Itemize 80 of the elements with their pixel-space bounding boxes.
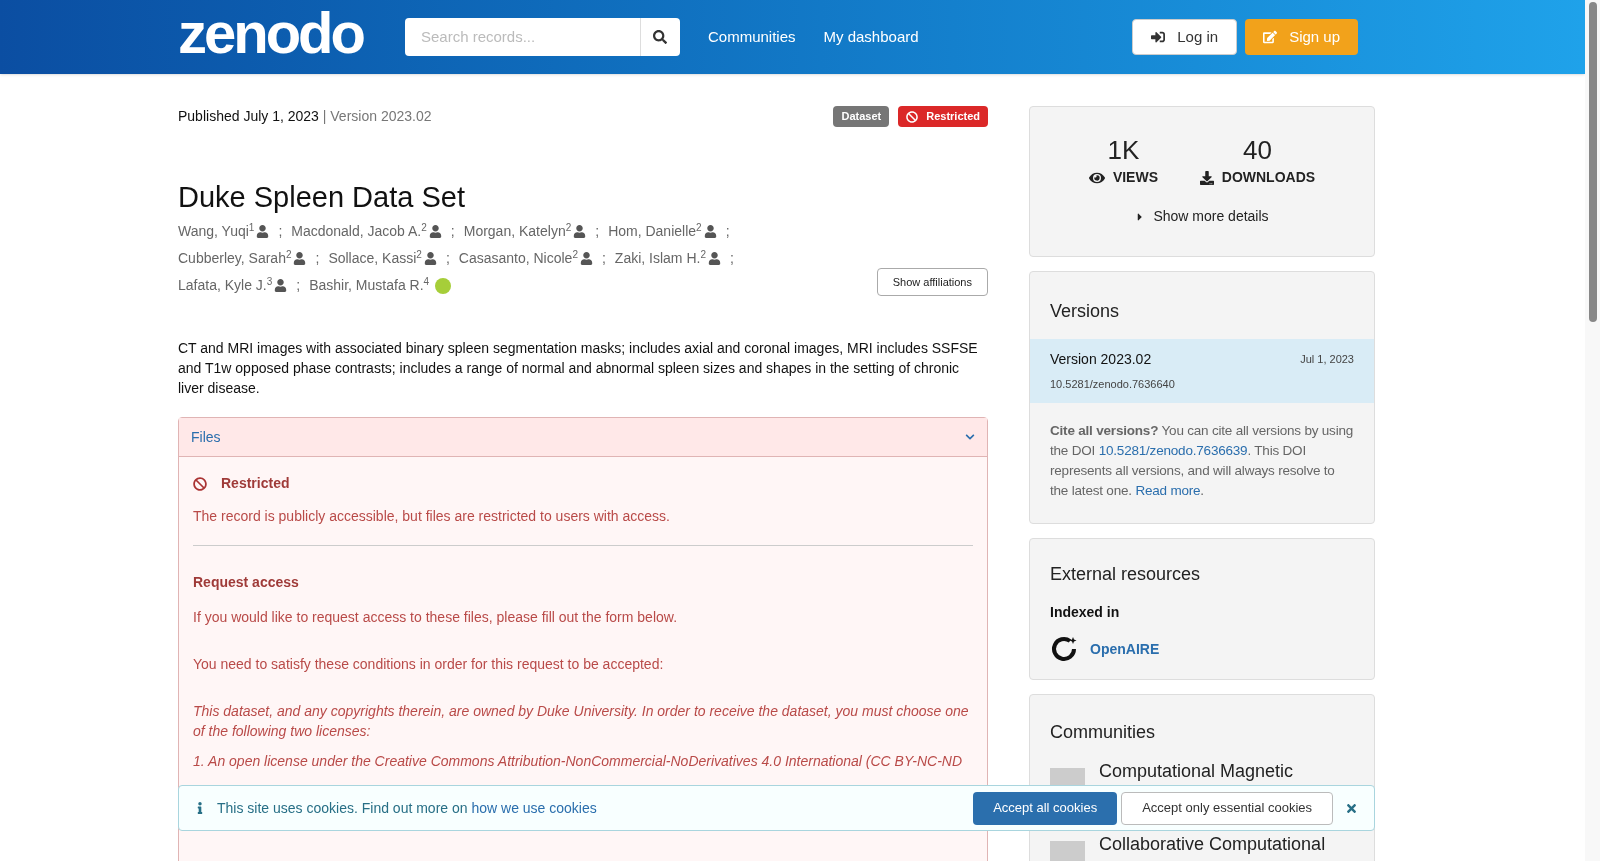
request-title: Request access [193, 573, 300, 593]
ban-icon [193, 476, 207, 491]
record-description: CT and MRI images with associated binary spleen segmentation masks; includes axial and coronal images, MRI includes SSFSE and T1w opposed phase contrasts; includes a range of normal and abnormal spleen sizes and shapes in the setting of chronic liver disease. [178, 339, 979, 399]
version-item[interactable]: Version 2023.02 Jul 1, 2023 10.5281/zenodo.7636640 [1030, 339, 1374, 403]
separator: ; [730, 249, 734, 269]
show-affiliations-button[interactable]: Show affiliations [876, 268, 988, 297]
separator: ; [450, 222, 455, 242]
community-link[interactable]: Collaborative Computational [1099, 833, 1326, 861]
version-doi: 10.5281/zenodo.7636640 [1050, 377, 1176, 392]
restricted-text: The record is publicly accessible, but files are restricted to users with access. [193, 507, 671, 527]
person-icon [274, 279, 288, 293]
nav-link[interactable]: My dashboard [823, 25, 919, 49]
author-link[interactable]: Sollace, Kassi$^{2}$ [328, 248, 422, 270]
info-icon [195, 802, 205, 814]
accept-essential-cookies-button[interactable]: Accept only essential cookies [1121, 791, 1333, 825]
author-link[interactable]: Bashir, Mustafa R.$^{4}$ [309, 275, 430, 297]
cookie-policy-link[interactable]: how we use cookies [471, 799, 597, 816]
separator: ; [601, 249, 606, 269]
separator: ; [595, 222, 600, 242]
views-label: VIEWS [1112, 168, 1158, 187]
condition-text: 1. An open license under the Creative Commons Attribution-NonCommercial-NoDerivatives 4.0 International (CC BY-NC-ND [193, 752, 963, 772]
openaire-link[interactable]: OpenAIRE [1090, 638, 1160, 660]
cookie-text: This site uses cookies. Find out more on how we use cookies [217, 798, 597, 818]
author-link[interactable]: Casasanto, Nicole$^{2}$ [458, 248, 578, 270]
login-button[interactable]: Log in [1132, 19, 1238, 55]
author-link[interactable]: Macdonald, Jacob A.$^{2}$ [291, 221, 427, 243]
versions-title: Versions [1049, 300, 1121, 323]
close-icon [1345, 801, 1358, 815]
separator: ; [278, 222, 283, 242]
scrollbar-thumb[interactable] [1589, 2, 1597, 322]
restricted-title: Restricted [221, 474, 290, 494]
login-icon [1151, 30, 1166, 44]
separator: ; [315, 249, 320, 269]
downloads-count: 40 [1242, 137, 1272, 163]
search-icon [653, 30, 668, 44]
author-link[interactable]: Morgan, Katelyn$^{2}$ [463, 221, 572, 243]
views-count: 1K [1107, 137, 1140, 163]
author-link[interactable]: Zaki, Islam H.$^{2}$ [614, 248, 706, 270]
edit-icon [1263, 30, 1278, 44]
close-button[interactable] [1345, 801, 1358, 815]
separator: ; [725, 222, 730, 242]
ban-icon [906, 110, 919, 123]
person-icon [293, 252, 307, 266]
person-icon [573, 225, 587, 239]
person-icon [703, 225, 717, 239]
external-title: External resources [1050, 563, 1202, 586]
author-link[interactable]: Hom, Danielle$^{2}$ [608, 221, 702, 243]
version-label: Version 2023.02 [1050, 350, 1152, 369]
author-link[interactable]: Cubberley, Sarah$^{2}$ [178, 248, 292, 270]
site-logo[interactable]: zenodo [178, 4, 363, 62]
author-link[interactable]: Lafata, Kyle J.$^{3}$ [178, 275, 273, 297]
author-link[interactable]: Wang, Yuqi$^{1}$ [178, 221, 255, 243]
cite-all-versions-text: Cite all versions? You can cite all versions by using the DOI 10.5281/zenodo.7636639. This DOI represents all versions, and will always resolve to the latest one. Read more. [1049, 421, 1355, 500]
files-header[interactable]: Files [179, 418, 987, 458]
ring-logo-icon [1050, 635, 1078, 663]
condition-text: This dataset, and any copyrights therein, are owned by Duke University. In order to receive the dataset, you must choose one of the following two licenses: [193, 702, 970, 742]
indexed-in-label: Indexed in [1050, 603, 1121, 622]
person-icon [428, 225, 442, 239]
accept-all-cookies-button[interactable]: Accept all cookies [973, 791, 1118, 825]
person-icon [579, 252, 593, 266]
scrollbar[interactable] [1585, 0, 1600, 861]
person-icon [256, 225, 270, 239]
orcid-icon [435, 277, 452, 294]
record-badge: Restricted [898, 106, 988, 127]
person-icon [708, 252, 721, 266]
separator: ; [296, 276, 301, 296]
version-date: Jul 1, 2023 [1300, 352, 1354, 368]
request-text: If you would like to request access to these files, please fill out the form below. [193, 608, 679, 628]
person-icon [423, 252, 437, 266]
download-icon [1199, 170, 1214, 185]
record-badge: Dataset [833, 106, 890, 127]
record-title: Duke Spleen Data Set [178, 180, 466, 215]
nav-link[interactable]: Communities [708, 25, 796, 49]
published-date: Published July 1, 2023 | Version 2023.02 [178, 107, 432, 126]
separator: ; [445, 249, 450, 269]
downloads-label: DOWNLOADS [1221, 168, 1316, 187]
conditions-intro: You need to satisfy these conditions in order for this request to be accepted: [193, 655, 665, 675]
show-more-details[interactable]: Show more details [1135, 206, 1269, 227]
communities-title: Communities [1050, 721, 1157, 744]
files-title: Files [191, 427, 221, 447]
